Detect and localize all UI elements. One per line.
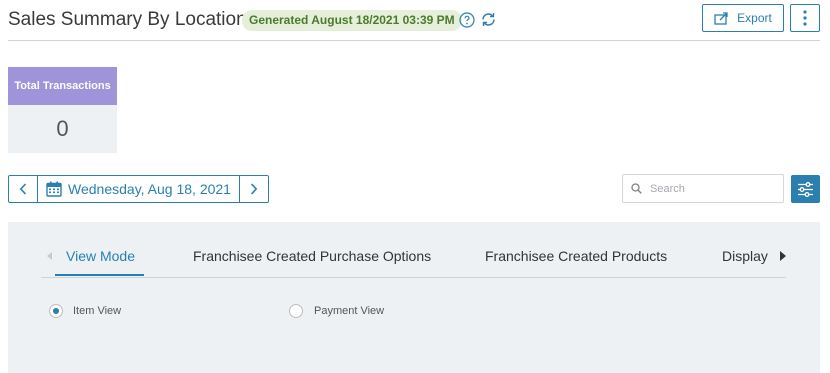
export-label: Export — [737, 11, 772, 25]
tab-franchisee-purchase-options[interactable]: Franchisee Created Purchase Options — [193, 248, 431, 264]
refresh-icon[interactable] — [480, 11, 497, 28]
help-icon[interactable] — [459, 12, 475, 28]
item-view-label[interactable]: Item View — [73, 305, 121, 317]
payment-view-radio[interactable] — [289, 304, 303, 318]
tab-view-mode[interactable]: View Mode — [66, 248, 135, 264]
stat-card-value: 0 — [8, 105, 117, 153]
generated-badge: Generated August 18/2021 03:39 PM — [242, 10, 462, 31]
page-title: Sales Summary By Location — [8, 9, 247, 30]
next-date-button[interactable] — [239, 176, 268, 202]
more-vertical-icon — [803, 10, 807, 26]
page-header: Sales Summary By Location Generated Augu… — [8, 4, 820, 40]
active-tab-indicator — [55, 274, 144, 276]
date-picker[interactable]: Wednesday, Aug 18, 2021 — [38, 176, 239, 202]
payment-view-label[interactable]: Payment View — [314, 305, 384, 317]
selected-date: Wednesday, Aug 18, 2021 — [68, 181, 231, 197]
chevron-right-icon — [250, 183, 258, 195]
tab-franchisee-products[interactable]: Franchisee Created Products — [485, 248, 667, 264]
options-panel: View Mode Franchisee Created Purchase Op… — [8, 222, 820, 373]
tab-divider — [41, 277, 786, 278]
stat-card-label: Total Transactions — [8, 67, 117, 105]
total-transactions-card: Total Transactions 0 — [8, 67, 117, 153]
search-icon — [631, 183, 642, 194]
tab-scroll-left-icon[interactable] — [46, 252, 54, 260]
filter-button[interactable] — [791, 175, 820, 203]
header-divider — [8, 40, 820, 41]
export-button[interactable]: Export — [702, 4, 784, 32]
tab-scroll-right-icon[interactable] — [779, 251, 787, 261]
item-view-radio[interactable] — [49, 304, 63, 318]
date-navigator: Wednesday, Aug 18, 2021 — [8, 175, 269, 203]
tab-display[interactable]: Display — [722, 248, 768, 264]
chevron-left-icon — [19, 183, 27, 195]
filter-sliders-icon — [798, 181, 813, 197]
previous-date-button[interactable] — [9, 176, 38, 202]
calendar-icon — [46, 181, 62, 197]
search-box — [622, 174, 784, 203]
export-icon — [714, 11, 728, 25]
more-options-button[interactable] — [790, 4, 820, 32]
search-input[interactable] — [650, 182, 770, 195]
